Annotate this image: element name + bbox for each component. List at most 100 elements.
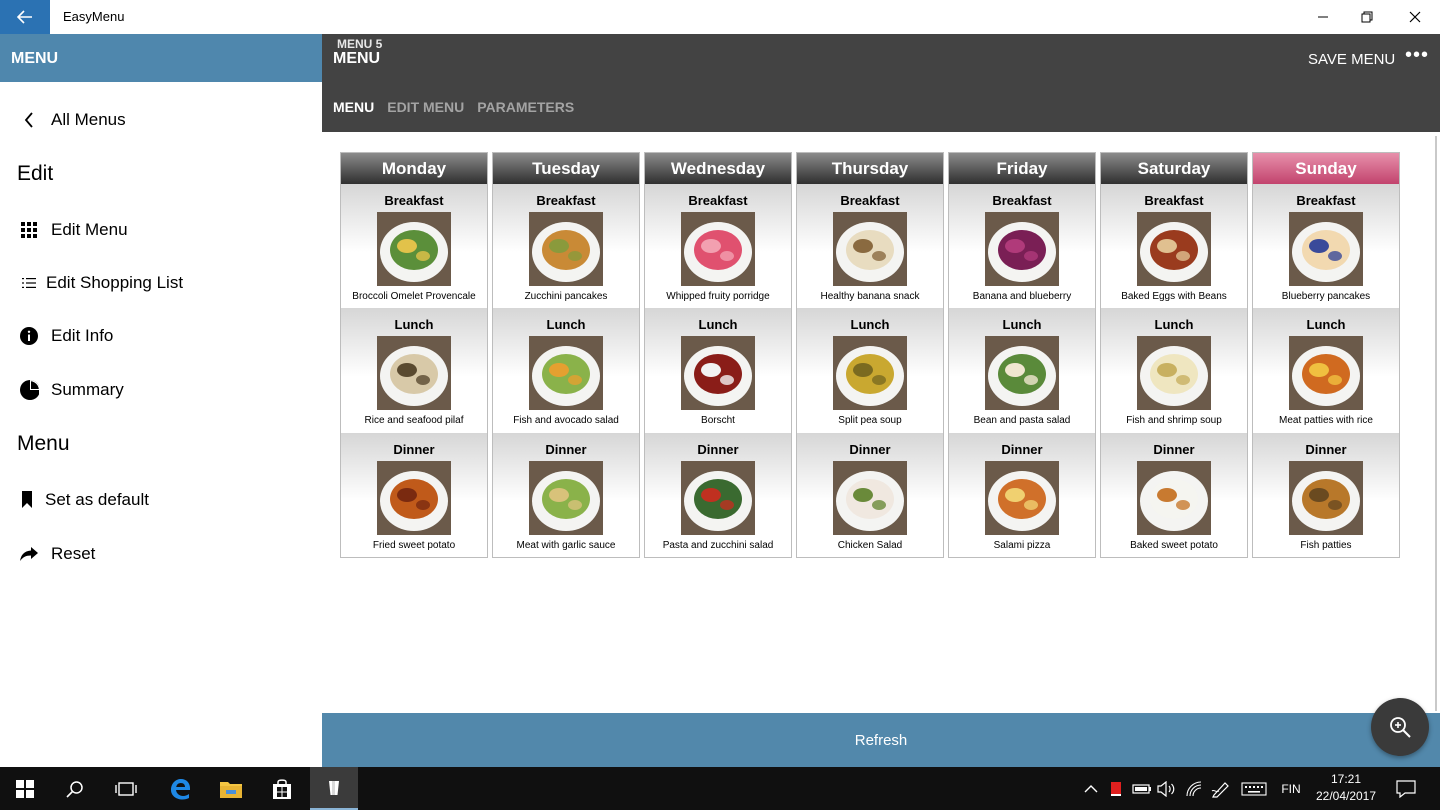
meal-name: Baked Eggs with Beans (1121, 291, 1227, 302)
meal-cell-lunch[interactable]: Lunch Split pea soup (797, 308, 943, 433)
meal-cell-lunch[interactable]: Lunch Meat patties with rice (1253, 308, 1399, 433)
pen-icon (1211, 781, 1229, 798)
day-column-saturday: Saturday Breakfast Baked Eggs with Beans Lu… (1100, 152, 1248, 558)
pen-workspace-button[interactable] (1209, 767, 1233, 810)
meal-photo (681, 336, 755, 411)
meal-name: Blueberry pancakes (1281, 291, 1371, 302)
day-header: Wednesday (645, 153, 791, 184)
refresh-button[interactable]: Refresh (322, 713, 1440, 767)
meal-cell-dinner[interactable]: Dinner Meat with garlic sauce (493, 432, 639, 557)
search-button[interactable] (51, 767, 99, 810)
edge-browser-button[interactable] (156, 767, 204, 810)
sidebar-item-edit-shopping-list[interactable]: Edit Shopping List (0, 263, 322, 303)
meal-photo (833, 336, 907, 411)
meal-cell-lunch[interactable]: Lunch Bean and pasta salad (949, 308, 1095, 433)
restore-button[interactable] (1343, 0, 1391, 34)
sidebar-item-edit-info[interactable]: Edit Info (0, 316, 322, 356)
meal-cell-breakfast[interactable]: Breakfast Zucchini pancakes (493, 184, 639, 309)
tab-edit-menu[interactable]: EDIT MENU (387, 99, 464, 115)
tab-menu[interactable]: MENU (333, 99, 374, 115)
share-arrow-icon (19, 544, 39, 564)
close-icon (1409, 11, 1421, 23)
store-bag-icon (273, 778, 291, 799)
meal-cell-lunch[interactable]: Lunch Fish and avocado salad (493, 308, 639, 433)
meal-name: Fish and shrimp soup (1126, 415, 1222, 427)
meal-cell-breakfast[interactable]: Breakfast Broccoli Omelet Provencale (341, 184, 487, 309)
scrollbar-thumb[interactable] (1435, 136, 1437, 711)
bookmark-icon (17, 490, 37, 510)
meal-type-label: Breakfast (1144, 193, 1204, 208)
list-icon (19, 273, 39, 293)
meal-cell-dinner[interactable]: Dinner Pasta and zucchini salad (645, 432, 791, 557)
action-center-button[interactable] (1390, 767, 1422, 810)
page-title: MENU (333, 50, 381, 67)
minimize-button[interactable] (1299, 0, 1347, 34)
tab-parameters[interactable]: PARAMETERS (477, 99, 574, 115)
show-hidden-icons-button[interactable] (1080, 767, 1102, 810)
meal-photo (377, 460, 451, 535)
meal-name: Salami pizza (993, 539, 1051, 551)
meal-cell-lunch[interactable]: Lunch Rice and seafood pilaf (341, 308, 487, 433)
sidebar-item-reset[interactable]: Reset (0, 534, 322, 574)
folder-icon (220, 781, 242, 798)
zoom-button[interactable] (1371, 698, 1429, 756)
tray-app-button[interactable] (1106, 767, 1126, 810)
meal-cell-breakfast[interactable]: Breakfast Healthy banana snack (797, 184, 943, 309)
all-menus-label: All Menus (51, 110, 126, 129)
meal-cell-lunch[interactable]: Lunch Borscht (645, 308, 791, 433)
meal-type-label: Lunch (546, 317, 586, 333)
sidebar-item-set-default[interactable]: Set as default (0, 480, 322, 520)
menu-subtitle: MENU 5 (337, 37, 383, 51)
network-button[interactable] (1182, 767, 1206, 810)
meal-cell-dinner[interactable]: Dinner Chicken Salad (797, 432, 943, 557)
search-icon (66, 780, 83, 798)
meal-cell-lunch[interactable]: Lunch Fish and shrimp soup (1101, 308, 1247, 433)
meal-cell-dinner[interactable]: Dinner Fish patties (1253, 432, 1399, 557)
vertical-scrollbar[interactable] (1427, 136, 1439, 711)
meal-type-label: Dinner (1153, 441, 1195, 457)
meal-cell-dinner[interactable]: Dinner Fried sweet potato (341, 432, 487, 557)
day-header: Thursday (797, 153, 943, 184)
meal-cell-breakfast[interactable]: Breakfast Blueberry pancakes (1253, 184, 1399, 309)
battery-button[interactable] (1130, 767, 1154, 810)
meal-cell-dinner[interactable]: Dinner Baked sweet potato (1101, 432, 1247, 557)
meal-name: Pasta and zucchini salad (662, 539, 774, 551)
volume-button[interactable] (1155, 767, 1179, 810)
meal-type-label: Lunch (1154, 317, 1194, 333)
meal-cell-dinner[interactable]: Dinner Salami pizza (949, 432, 1095, 557)
start-button[interactable] (1, 767, 49, 810)
zoom-icon (1390, 717, 1411, 738)
more-options-button[interactable]: ••• (1405, 44, 1429, 67)
close-button[interactable] (1391, 0, 1439, 34)
easymenu-taskbar-button[interactable] (310, 767, 358, 810)
meal-cell-breakfast[interactable]: Breakfast Baked Eggs with Beans (1101, 184, 1247, 309)
meal-photo (833, 212, 907, 286)
sidebar-item-edit-menu[interactable]: Edit Menu (0, 210, 322, 250)
meal-type-label: Lunch (850, 317, 890, 333)
meal-photo (985, 212, 1059, 286)
sidebar-item-label: Edit Info (51, 326, 114, 345)
meal-type-label: Lunch (394, 317, 434, 333)
clock[interactable]: 17:21 22/04/2017 (1308, 771, 1384, 805)
meal-type-label: Breakfast (840, 193, 900, 208)
language-indicator[interactable]: FIN (1275, 767, 1307, 810)
meal-name: Bean and pasta salad (973, 415, 1071, 427)
meal-photo (681, 460, 755, 535)
meal-name: Fish patties (1300, 539, 1352, 551)
touch-keyboard-button[interactable] (1238, 767, 1270, 810)
meal-type-label: Breakfast (688, 193, 748, 208)
store-button[interactable] (258, 767, 306, 810)
windows-logo-icon (16, 779, 34, 798)
back-button[interactable] (0, 0, 50, 34)
meal-cell-breakfast[interactable]: Breakfast Banana and blueberry (949, 184, 1095, 309)
grid-icon (19, 220, 39, 240)
meal-type-label: Lunch (698, 317, 738, 333)
meal-name: Baked sweet potato (1130, 539, 1218, 551)
sidebar-item-summary[interactable]: Summary (0, 370, 322, 410)
save-menu-button[interactable]: SAVE MENU (1308, 51, 1395, 68)
all-menus-link[interactable]: All Menus (0, 100, 322, 140)
file-explorer-button[interactable] (207, 767, 255, 810)
task-view-button[interactable] (102, 767, 150, 810)
taskbar: FIN 17:21 22/04/2017 (0, 767, 1440, 810)
meal-cell-breakfast[interactable]: Breakfast Whipped fruity porridge (645, 184, 791, 309)
